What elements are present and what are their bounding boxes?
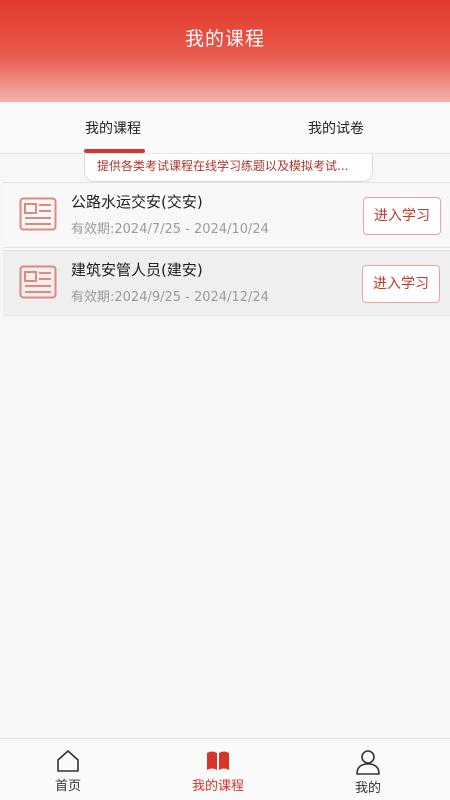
tab-my-courses[interactable]: 我的课程 xyxy=(85,118,141,138)
tab-bar: 我的课程 我的试卷 xyxy=(0,102,450,154)
course-validity: 有效期:2024/9/25 - 2024/12/24 xyxy=(71,290,269,305)
enter-study-button[interactable]: 进入学习 xyxy=(362,265,440,303)
notice-banner: 提供各类考试课程在线学习练题以及模拟考试... xyxy=(84,154,373,182)
user-icon xyxy=(356,750,380,775)
bottom-nav: 首页 我的课程 我的 xyxy=(0,738,450,800)
home-icon xyxy=(57,750,79,772)
page-title: 我的课程 xyxy=(184,28,265,50)
nav-mine-label: 我的 xyxy=(354,781,381,796)
active-tab-indicator xyxy=(84,149,145,153)
nav-home-label: 首页 xyxy=(54,779,81,794)
nav-my-courses-label: 我的课程 xyxy=(191,779,244,794)
nav-my-courses[interactable]: 我的课程 xyxy=(178,749,258,794)
document-icon xyxy=(19,197,57,231)
tab-my-papers[interactable]: 我的试卷 xyxy=(308,118,364,138)
app-header: 我的课程 xyxy=(0,0,450,102)
nav-mine[interactable]: 我的 xyxy=(328,749,408,796)
nav-home[interactable]: 首页 xyxy=(28,749,108,794)
course-name: 公路水运交安(交安) xyxy=(71,193,203,211)
course-validity: 有效期:2024/7/25 - 2024/10/24 xyxy=(71,222,269,237)
book-icon xyxy=(207,751,229,770)
document-icon xyxy=(19,265,57,299)
enter-study-button[interactable]: 进入学习 xyxy=(363,197,441,235)
course-card[interactable]: 建筑安管人员(建安) 有效期:2024/9/25 - 2024/12/24 进入… xyxy=(3,250,450,316)
course-card[interactable]: 公路水运交安(交安) 有效期:2024/7/25 - 2024/10/24 进入… xyxy=(3,182,450,248)
course-name: 建筑安管人员(建安) xyxy=(71,261,203,279)
